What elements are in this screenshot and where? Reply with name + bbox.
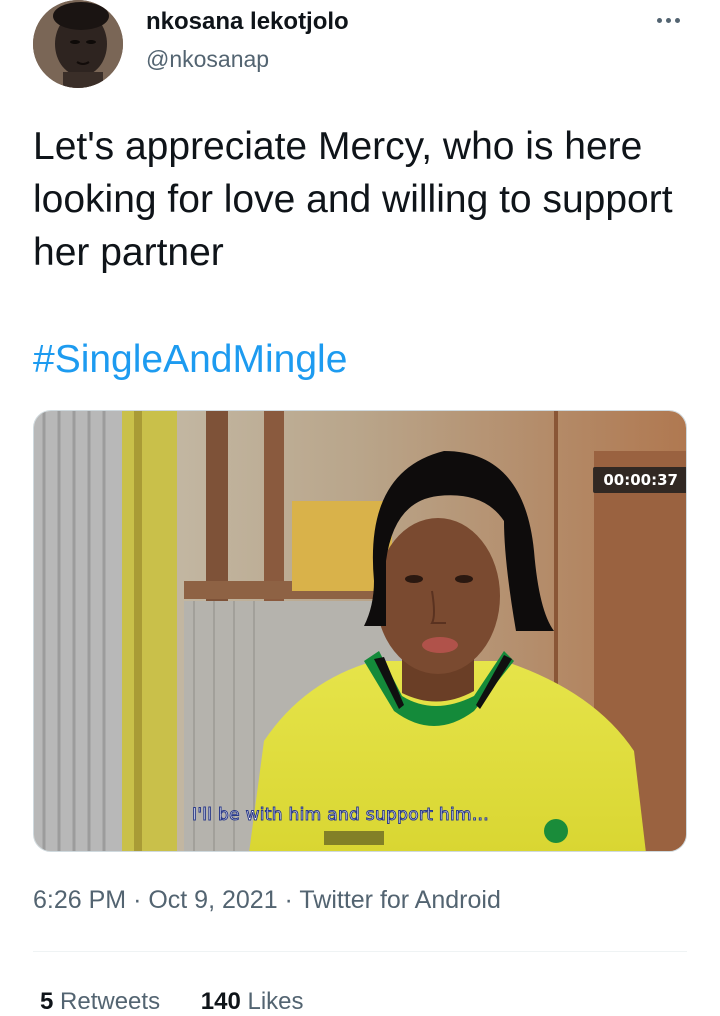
hashtag-link[interactable]: #SingleAndMingle xyxy=(33,333,347,386)
retweets-stat[interactable]: 5 Retweets xyxy=(40,988,160,1015)
video-timestamp-badge: 00:00:37 xyxy=(593,467,686,493)
retweets-count: 5 xyxy=(40,988,54,1015)
meta-separator: · xyxy=(133,886,142,914)
tweet-text: Let's appreciate Mercy, who is here look… xyxy=(33,125,673,274)
tweet-media-image[interactable]: 00:00:37 I'll be with him and support hi… xyxy=(33,410,687,852)
likes-count: 140 xyxy=(200,988,241,1015)
tweet-stats: 5 Retweets 140 Likes xyxy=(40,988,338,1016)
avatar[interactable] xyxy=(33,0,123,88)
tweet-date[interactable]: Oct 9, 2021 xyxy=(148,886,277,914)
tweet-metadata: 6:26 PM · Oct 9, 2021 · Twitter for Andr… xyxy=(33,886,501,915)
more-options-icon[interactable] xyxy=(648,10,688,30)
tweet-time[interactable]: 6:26 PM xyxy=(33,886,126,914)
meta-separator: · xyxy=(284,886,293,914)
author-display-name[interactable]: nkosana lekotjolo xyxy=(146,8,349,36)
likes-label: Likes xyxy=(247,988,304,1015)
retweets-label: Retweets xyxy=(60,988,161,1015)
tweet-header: nkosana lekotjolo @nkosanap xyxy=(0,0,720,100)
divider xyxy=(33,951,687,952)
tweet-source[interactable]: Twitter for Android xyxy=(299,886,500,914)
likes-stat[interactable]: 140 Likes xyxy=(201,988,304,1015)
video-subtitle: I'll be with him and support him... xyxy=(192,805,490,826)
author-handle[interactable]: @nkosanap xyxy=(146,46,269,73)
